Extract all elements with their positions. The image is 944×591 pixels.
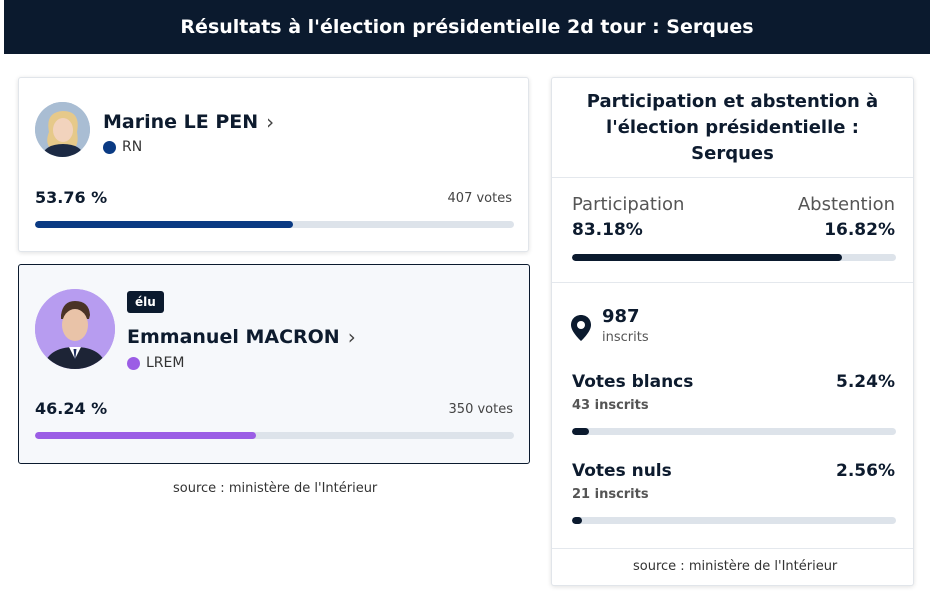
votes-nuls-label: Votes nuls [572,461,672,481]
chevron-right-icon: › [347,325,356,349]
participation-card: Participation et abstention à l'élection… [551,77,914,586]
party-label: RN [103,139,142,155]
candidate-name: Emmanuel MACRON [127,326,340,348]
votes-blancs-percent: 5.24% [836,372,895,392]
votes-nuls-count: 21 inscrits [572,487,649,502]
vote-percent: 46.24 % [35,399,108,418]
vote-count: 407 votes [447,191,512,206]
votes-blancs-label: Votes blancs [572,372,694,392]
inscrits-label: inscrits [602,330,649,345]
participation-label: Participation [572,194,685,215]
votes-nuls-percent: 2.56% [836,461,895,481]
participation-title: Participation et abstention à l'élection… [552,78,913,178]
page-header: Résultats à l'élection présidentielle 2d… [4,0,930,54]
party-color-dot [127,356,140,370]
vote-count: 350 votes [448,402,513,417]
participation-bar-fill [572,254,842,261]
page-title: Résultats à l'élection présidentielle 2d… [180,16,754,38]
source-note: source : ministère de l'Intérieur [633,559,838,574]
section-divider [552,282,913,283]
candidate-card-le-pen[interactable]: Marine LE PEN › RN 53.76 % 407 votes [18,77,529,252]
party-name: LREM [146,355,185,371]
chevron-right-icon: › [266,110,275,134]
votes-blancs-bar [572,428,896,435]
candidate-name-link[interactable]: Marine LE PEN › [103,110,274,134]
participation-bar [572,254,896,261]
votes-nuls-bar [572,517,896,524]
location-pin-icon [570,314,592,346]
results-page: Résultats à l'élection présidentielle 2d… [0,0,944,591]
party-name: RN [122,139,143,155]
party-color-dot [103,140,116,154]
vote-progress-bar [35,432,514,439]
candidate-photo-avatar [35,289,115,369]
abstention-value: 16.82% [824,220,895,240]
vote-progress-bar [35,221,514,228]
vote-progress-fill [35,221,293,228]
party-label: LREM [127,355,184,371]
elected-badge: élu [127,291,164,313]
votes-blancs-bar-fill [572,428,589,435]
vote-percent: 53.76 % [35,188,108,207]
candidate-name-link[interactable]: Emmanuel MACRON › [127,325,356,349]
abstention-label: Abstention [797,194,895,215]
inscrits-count: 987 [602,306,640,327]
participation-value: 83.18% [572,220,643,240]
candidate-card-macron[interactable]: élu Emmanuel MACRON › LREM 46.24 % 350 v… [18,264,530,464]
candidate-photo-avatar [35,102,90,157]
section-divider [552,548,913,549]
votes-blancs-count: 43 inscrits [572,398,649,413]
candidate-name: Marine LE PEN [103,111,259,133]
vote-progress-fill [35,432,257,439]
votes-nuls-bar-fill [572,517,582,524]
source-note: source : ministère de l'Intérieur [173,481,378,496]
